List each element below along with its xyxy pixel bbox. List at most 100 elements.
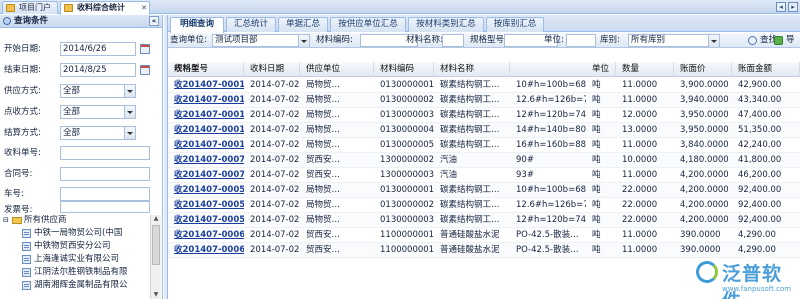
invoice-number-input[interactable] — [60, 201, 150, 213]
table-row[interactable]: 收201407-0001 2014-07-02 局物贸… 0130000003 碳素结构… — [168, 108, 800, 123]
cell-receipt-date: 2014-07-02 — [250, 215, 300, 225]
cell-supplier: 贸西安… — [306, 230, 341, 240]
cell-unit: 吨 — [592, 95, 601, 105]
cell-quantity: 11.0000 — [622, 170, 658, 180]
cell-supplier: 贸西安… — [306, 170, 341, 180]
cell-receipt-number[interactable]: 收201407-0005 — [168, 213, 244, 228]
tree-item[interactable]: 湖南湘辉金属制品有限公 — [2, 280, 150, 291]
cell-receipt-number[interactable]: 收201407-0001 — [168, 93, 244, 108]
folder-icon — [12, 217, 22, 224]
end-date-input[interactable]: 2014/8/25 — [60, 63, 136, 77]
settlement-method-select[interactable]: 全部 — [60, 126, 136, 140]
cell-material-name: 普通硅酸盐水泥 — [440, 230, 500, 240]
vehicle-number-input[interactable] — [60, 187, 150, 201]
calendar-icon[interactable] — [140, 65, 150, 75]
tab-summary-statistics[interactable]: 汇总统计 — [226, 17, 276, 32]
table-row[interactable]: 收201407-0007 2014-07-02 贸西安… 1300000003 汽油 93… — [168, 168, 800, 183]
table-row[interactable]: 收201407-0006 2014-07-02 贸西安… 1100000001 普通硅酸… — [168, 228, 800, 243]
col-spec[interactable]: 规格型号 — [168, 62, 244, 77]
cell-book-amount: 43,340.00 — [738, 95, 782, 105]
cell-unit: 吨 — [592, 110, 601, 120]
cell-unit: 吨 — [592, 125, 601, 135]
select-value: 全部 — [63, 86, 81, 96]
cell-receipt-number[interactable]: 收201407-0005 — [168, 183, 244, 198]
scroll-up-icon[interactable]: ▲ — [152, 215, 160, 223]
cell-material-code: 0130000005 — [380, 140, 434, 150]
table-row[interactable]: 收201407-0005 2014-07-02 局物贸… 0130000001 碳素结构… — [168, 183, 800, 198]
receive-method-select[interactable]: 全部 — [60, 105, 136, 119]
tab-by-supplier[interactable]: 按供应单位汇总 — [330, 17, 406, 32]
calendar-icon[interactable] — [140, 44, 150, 54]
cell-quantity: 10.0000 — [622, 155, 658, 165]
cell-book-price: 4,200.0000 — [680, 170, 729, 180]
cell-material-name: 汽油 — [440, 155, 458, 165]
table-row[interactable]: 收201407-0007 2014-07-02 贸西安… 1300000002 汽油 90… — [168, 153, 800, 168]
warehouse-select[interactable]: 所有库别 — [628, 34, 720, 47]
tree-item[interactable]: 上海逢诚实业有限公司 — [2, 254, 150, 265]
tree-item[interactable]: 中铁一局物贸公司(中国 — [2, 228, 150, 239]
cell-receipt-number[interactable]: 收201407-0007 — [168, 168, 244, 183]
cell-unit: 吨 — [592, 230, 601, 240]
table-row[interactable]: 收201407-0001 2014-07-02 局物贸… 0130000004 碳素结构… — [168, 123, 800, 138]
tab-by-material-category[interactable]: 按材料类别汇总 — [408, 17, 484, 32]
scrollbar-thumb[interactable] — [152, 225, 160, 265]
collapse-icon[interactable]: « — [149, 16, 159, 26]
cell-material-name: 普通硅酸盐水泥 — [440, 245, 500, 255]
table-row[interactable]: 收201407-0005 2014-07-02 局物贸… 0130000002 碳素结构… — [168, 198, 800, 213]
cell-receipt-number[interactable]: 收201407-0001 — [168, 138, 244, 153]
col-supplier[interactable]: 供应单位 — [300, 62, 374, 77]
tab-label: 项目门户 — [19, 3, 51, 12]
receipt-number-input[interactable] — [60, 146, 150, 160]
tab-receiving-statistics[interactable]: 收料综合统计 ✕ — [60, 1, 150, 15]
col-quantity[interactable]: 数量 — [616, 62, 674, 77]
cell-spec: 12.6#h=126b=74… — [516, 95, 586, 105]
tree-scrollbar[interactable]: ▲ ▼ — [150, 215, 161, 299]
cell-receipt-number[interactable]: 收201407-0001 — [168, 123, 244, 138]
supplier-icon — [22, 229, 31, 238]
warehouse-label: 库别: — [600, 35, 620, 45]
cell-material-name: 碳素结构钢工… — [440, 185, 500, 195]
contract-number-input[interactable] — [60, 167, 150, 181]
table-row[interactable]: 收201407-0001 2014-07-02 局物贸… 0130000002 碳素结构… — [168, 93, 800, 108]
cell-receipt-number[interactable]: 收201407-0005 — [168, 198, 244, 213]
table-row[interactable]: 收201407-0001 2014-07-02 局物贸… 0130000005 碳素结构… — [168, 138, 800, 153]
col-unit[interactable]: 单位 — [586, 62, 616, 77]
material-code-label: 材料编码: — [316, 35, 353, 45]
query-unit-select[interactable]: 测试项目部 — [212, 34, 310, 47]
close-icon[interactable]: ✕ — [141, 2, 147, 14]
tree-item[interactable]: 江阴法尔胜钢铁制品有限 — [2, 267, 150, 278]
cell-receipt-number[interactable]: 收201407-0001 — [168, 78, 244, 93]
supply-method-select[interactable]: 全部 — [60, 84, 136, 98]
col-material-code[interactable]: 材料编码 — [374, 62, 434, 77]
cell-book-price: 4,200.0000 — [680, 215, 729, 225]
export-button[interactable]: 导出 — [774, 34, 800, 58]
start-date-input[interactable]: 2014/6/26 — [60, 42, 136, 56]
scroll-right-icon[interactable]: ▸ — [788, 2, 798, 12]
cell-quantity: 22.0000 — [622, 215, 658, 225]
col-book-amount[interactable]: 账面金额 — [732, 62, 800, 77]
col-book-price[interactable]: 账面价 — [674, 62, 732, 77]
material-name-input[interactable] — [442, 34, 464, 47]
col-receipt-date[interactable]: 收料日期 — [244, 62, 300, 77]
cell-receipt-number[interactable]: 收201407-0001 — [168, 108, 244, 123]
col-material-name[interactable]: 材料名称 — [434, 62, 510, 77]
cell-receipt-number[interactable]: 收201407-0007 — [168, 153, 244, 168]
tab-by-warehouse[interactable]: 按库别汇总 — [486, 17, 544, 32]
scroll-down-icon[interactable]: ▼ — [152, 291, 160, 299]
cell-supplier: 局物贸… — [306, 215, 341, 225]
expand-icon[interactable]: ⊟ — [3, 215, 9, 226]
cell-receipt-number[interactable]: 收201407-0006 — [168, 243, 244, 258]
table-row[interactable]: 收201407-0001 2014-07-02 局物贸… 0130000001 碳素结构… — [168, 78, 800, 93]
unit-input[interactable] — [566, 34, 596, 47]
table-row[interactable]: 收201407-0005 2014-07-02 局物贸… 0130000003 碳素结构… — [168, 213, 800, 228]
tree-item[interactable]: 中铁物贸西安分公司 — [2, 241, 150, 252]
tab-document-summary[interactable]: 单据汇总 — [278, 17, 328, 32]
scroll-left-icon[interactable]: ◂ — [776, 2, 786, 12]
cell-receipt-number[interactable]: 收201407-0006 — [168, 228, 244, 243]
brand-logo-icon — [696, 261, 718, 283]
tree-root[interactable]: ⊟ 所有供应商 — [2, 215, 150, 226]
search-button[interactable]: 查找 — [748, 34, 777, 47]
folder-icon — [6, 4, 15, 12]
tab-detail-query[interactable]: 明细查询 — [170, 17, 224, 33]
tab-project-portal[interactable]: 项目门户 — [2, 1, 58, 14]
